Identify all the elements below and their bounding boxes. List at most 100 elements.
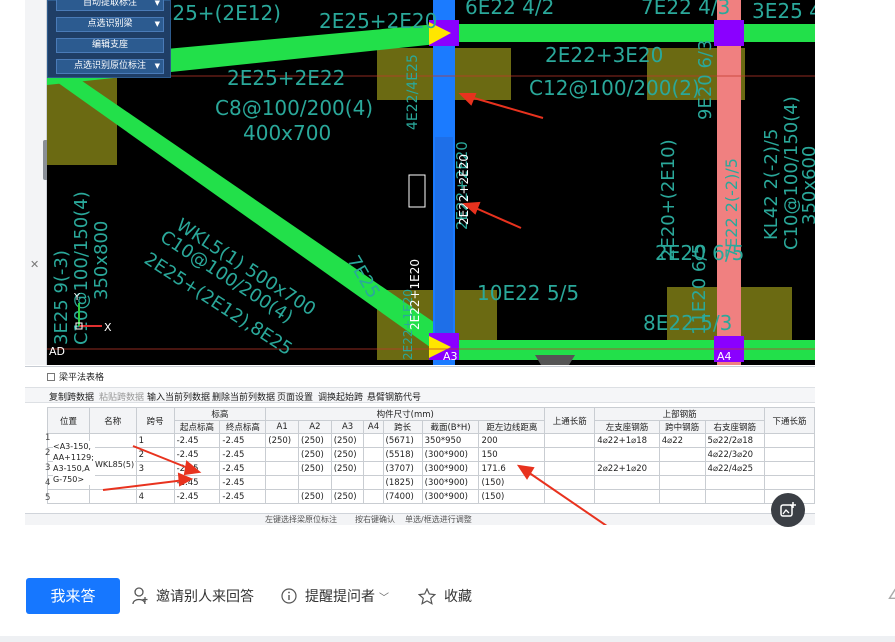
page-setup-button[interactable]: 页面设置 xyxy=(277,390,313,403)
cell-bot_cont[interactable] xyxy=(764,447,815,462)
column-header[interactable]: 起点标高 xyxy=(173,420,221,434)
toolbox-button-edit-support[interactable]: 编辑支座 xyxy=(56,38,164,53)
cell-left_sup[interactable]: 4⌀22+1⌀18 xyxy=(594,433,660,448)
cell-end[interactable]: -2.45 xyxy=(219,489,267,504)
invite-answer-action[interactable]: 邀请别人来回答 xyxy=(132,586,254,606)
cell-span[interactable] xyxy=(135,475,175,490)
cell-left_sup[interactable] xyxy=(594,447,660,462)
edit-icon[interactable]: ∠ xyxy=(887,587,895,603)
cell-section[interactable]: (300*900) xyxy=(421,461,480,476)
column-header[interactable]: A1 xyxy=(265,420,299,434)
cell-a1[interactable] xyxy=(265,447,299,462)
cell-length[interactable]: (5518) xyxy=(382,447,423,462)
swap-start-span-button[interactable]: 调换起始跨 xyxy=(318,390,363,403)
cell-a2[interactable]: (250) xyxy=(298,489,332,504)
cell-top_cont[interactable] xyxy=(544,475,596,490)
cell-section[interactable]: (300*900) xyxy=(421,447,480,462)
cell-end[interactable]: -2.45 xyxy=(219,461,267,476)
cell-end[interactable]: -2.45 xyxy=(219,447,267,462)
cell-a2[interactable]: (250) xyxy=(298,433,332,448)
column-header[interactable]: 终点标高 xyxy=(219,420,267,434)
column-header[interactable]: 距左边线距离 xyxy=(478,420,546,434)
cell-a4[interactable] xyxy=(363,475,384,490)
cell-offset[interactable]: 171.6 xyxy=(478,461,546,476)
cell-length[interactable]: (5671) xyxy=(382,433,423,448)
cell-bot_cont[interactable] xyxy=(764,461,815,476)
cell-span[interactable]: 4 xyxy=(135,489,175,504)
cell-offset[interactable]: (150) xyxy=(478,489,546,504)
column-header[interactable]: 上通长筋 xyxy=(544,407,596,434)
cell-right_sup[interactable]: 4⌀22/4⌀25 xyxy=(704,461,766,476)
cell-start[interactable]: -2.45 xyxy=(173,461,221,476)
column-header[interactable]: A3 xyxy=(330,420,365,434)
cell-mid[interactable] xyxy=(658,475,706,490)
cell-a4[interactable] xyxy=(363,433,384,448)
column-header[interactable]: 跨中钢筋 xyxy=(658,420,706,434)
cell-span[interactable]: 2 xyxy=(135,447,175,462)
cell-left_sup[interactable] xyxy=(594,475,660,490)
column-header[interactable]: 跨号 xyxy=(135,407,175,434)
cell-a4[interactable] xyxy=(363,447,384,462)
cell-a3[interactable]: (250) xyxy=(330,461,365,476)
side-close-icon[interactable]: ✕ xyxy=(30,258,39,271)
cell-right_sup[interactable]: 5⌀22/2⌀18 xyxy=(704,433,766,448)
favorite-action[interactable]: 收藏 xyxy=(418,586,472,606)
copy-span-button[interactable]: 复制跨数据 xyxy=(49,390,94,403)
cell-right_sup[interactable] xyxy=(704,475,766,490)
cell-a3[interactable]: (250) xyxy=(330,433,365,448)
delete-column-button[interactable]: 删除当前列数据 xyxy=(212,390,275,403)
cell-section[interactable]: (300*900) xyxy=(421,475,480,490)
cell-a1[interactable]: (250) xyxy=(265,433,299,448)
table-row[interactable]: 3 -2.45 -2.45 (250) (250) (3707) (300*900) 171.… xyxy=(47,461,815,476)
cell-a3[interactable]: (250) xyxy=(330,489,365,504)
answer-button[interactable]: 我来答 xyxy=(26,578,120,614)
column-header[interactable]: 下通长筋 xyxy=(764,407,815,434)
column-header[interactable]: 跨长 xyxy=(382,420,423,434)
cell-span[interactable]: 3 xyxy=(135,461,175,476)
cell-section[interactable]: (300*900) xyxy=(421,489,480,504)
cell-a1[interactable] xyxy=(265,475,299,490)
cell-a2[interactable]: (250) xyxy=(298,447,332,462)
cell-a2[interactable] xyxy=(298,475,332,490)
cell-offset[interactable]: 200 xyxy=(478,433,546,448)
table-row[interactable]: WKL85(5)1-2.45-2.45(250)(250)(250)(5671)… xyxy=(47,433,815,448)
cell-start[interactable]: -2.45 xyxy=(173,433,221,448)
cell-a4[interactable] xyxy=(363,489,384,504)
cell-a1[interactable] xyxy=(265,489,299,504)
column-header[interactable]: 位置 xyxy=(47,407,90,434)
cell-offset[interactable]: (150) xyxy=(478,475,546,490)
cell-offset[interactable]: 150 xyxy=(478,447,546,462)
column-header[interactable]: 截面(B*H) xyxy=(421,420,480,434)
add-image-button[interactable] xyxy=(771,493,805,527)
cell-start[interactable]: -2.45 xyxy=(173,475,221,490)
cell-top_cont[interactable] xyxy=(544,433,596,448)
column-header[interactable]: 名称 xyxy=(89,407,137,434)
paste-span-button[interactable]: 粘贴跨数据 xyxy=(99,390,144,403)
remind-asker-action[interactable]: 提醒提问者 ﹀ xyxy=(281,586,389,606)
cell-a3[interactable] xyxy=(330,475,365,490)
cell-left_sup[interactable] xyxy=(594,489,660,504)
cell-top_cont[interactable] xyxy=(544,447,596,462)
cell-a1[interactable] xyxy=(265,461,299,476)
toolbox-button-pick-in-situ[interactable]: 点选识别原位标注 ▼ xyxy=(56,59,164,74)
cell-span[interactable]: 1 xyxy=(135,433,175,448)
toolbox-button-auto-extract[interactable]: 自动提取标注 ▼ xyxy=(56,0,164,11)
cell-end[interactable]: -2.45 xyxy=(219,433,267,448)
cell-bot_cont[interactable] xyxy=(764,433,815,448)
cell-start[interactable]: -2.45 xyxy=(173,489,221,504)
cantilever-rebar-button[interactable]: 悬臂钢筋代号 xyxy=(367,390,421,403)
cell-a4[interactable] xyxy=(363,461,384,476)
cell-length[interactable]: (1825) xyxy=(382,475,423,490)
cell-mid[interactable] xyxy=(658,447,706,462)
column-header[interactable]: A2 xyxy=(298,420,332,434)
cell-right_sup[interactable]: 4⌀22/3⌀20 xyxy=(704,447,766,462)
toolbox-button-pick-beam[interactable]: 点选识别梁 ▼ xyxy=(56,17,164,32)
cell-length[interactable]: (7400) xyxy=(382,489,423,504)
table-row[interactable]: -2.45 -2.45 (1825) (300*900) (150) xyxy=(47,475,815,490)
table-row[interactable]: 2 -2.45 -2.45 (250) (250) (5518) (300*900) 150 4… xyxy=(47,447,815,462)
cell-top_cont[interactable] xyxy=(544,489,596,504)
cell-right_sup[interactable] xyxy=(704,489,766,504)
cell-section[interactable]: 350*950 xyxy=(421,433,480,448)
cell-length[interactable]: (3707) xyxy=(382,461,423,476)
input-column-button[interactable]: 输入当前列数据 xyxy=(147,390,210,403)
